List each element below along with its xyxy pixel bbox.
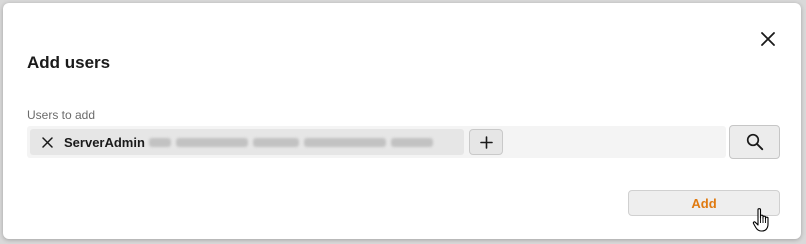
add-users-dialog: Add users Users to add ServerAdmin Add <box>3 3 801 239</box>
chip-remove-button[interactable] <box>34 129 60 155</box>
hand-pointer-icon <box>752 208 769 232</box>
close-icon <box>41 136 53 148</box>
redacted-user-details <box>148 137 433 147</box>
user-chip: ServerAdmin <box>30 129 464 155</box>
close-icon <box>761 32 775 46</box>
close-button[interactable] <box>757 28 779 50</box>
search-icon <box>746 133 763 151</box>
users-input[interactable]: ServerAdmin <box>27 126 726 158</box>
users-to-add-label: Users to add <box>27 108 96 122</box>
plus-icon <box>479 135 493 149</box>
dialog-title: Add users <box>27 53 111 72</box>
chip-user-name: ServerAdmin <box>64 134 145 150</box>
search-button[interactable] <box>729 125 780 159</box>
add-more-users-button[interactable] <box>469 129 503 155</box>
